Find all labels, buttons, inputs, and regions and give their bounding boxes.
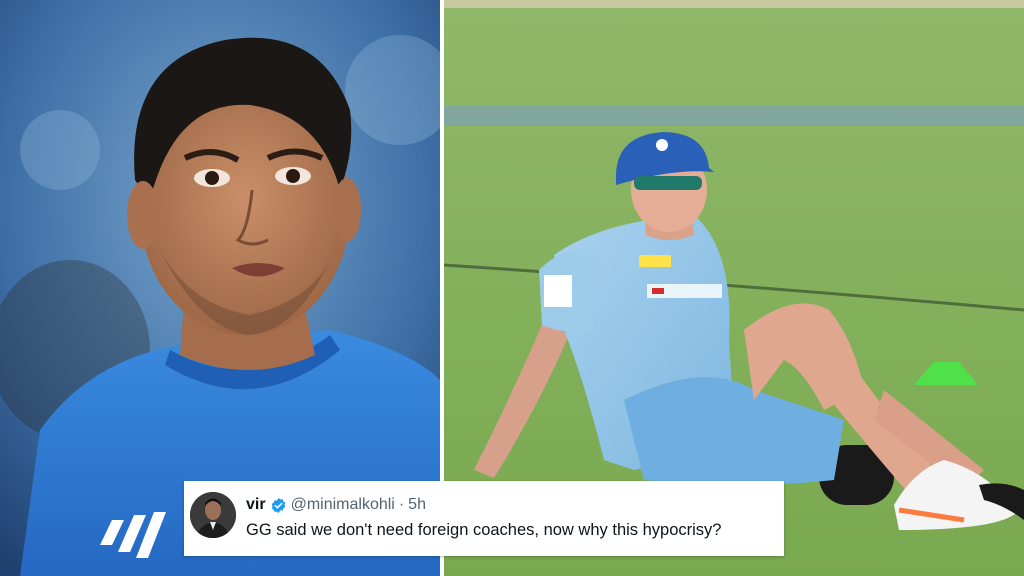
tweet-author-name[interactable]: vir: [246, 496, 266, 514]
tweet-header: vir @minimalkohli · 5h: [246, 494, 426, 516]
tweet-card[interactable]: vir @minimalkohli · 5h GG said we don't …: [184, 481, 784, 556]
tweet-timestamp[interactable]: 5h: [408, 496, 426, 514]
verified-badge-icon: [270, 497, 287, 514]
tweet-separator: ·: [398, 496, 405, 513]
tweet-text: GG said we don't need foreign coaches, n…: [246, 521, 722, 539]
avatar[interactable]: [190, 492, 236, 538]
tweet-handle[interactable]: @minimalkohli: [291, 496, 395, 514]
